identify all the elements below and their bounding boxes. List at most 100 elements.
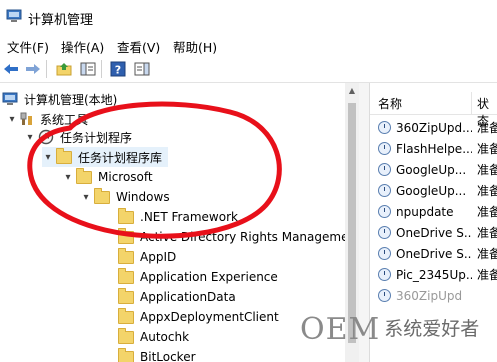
toolbar-separator — [101, 60, 102, 78]
tree-node-child[interactable]: Autochk — [118, 327, 189, 347]
chevron-down-icon[interactable]: ▾ — [6, 113, 18, 125]
computer-icon — [2, 92, 18, 105]
tree-label: BitLocker — [140, 350, 196, 362]
menu-view[interactable]: 查看(V) — [117, 37, 160, 56]
folder-icon — [118, 227, 134, 244]
navigation-tree: 计算机管理(本地) ▾ 系统工具 ▾ 任务计划程序 ▾ 任务计划程序库 ▾ Mi… — [0, 83, 345, 362]
tree-label: 计算机管理(本地) — [24, 92, 118, 107]
help-icon[interactable]: ? — [109, 60, 127, 78]
menu-bar: 文件(F) 操作(A) 查看(V) 帮助(H) — [0, 34, 497, 56]
tree-node-windows[interactable]: ▾ Windows — [80, 187, 170, 207]
tree-label: 任务计划程序 — [60, 130, 133, 145]
clock-icon — [38, 129, 54, 145]
task-list: 名称 状态 360ZipUpd... 准备 FlashHelpe... 准备 G… — [370, 83, 497, 362]
computer-management-icon — [6, 9, 22, 22]
tree-node-child[interactable]: AppxDeploymentClient — [118, 307, 279, 327]
task-status: 准备 — [477, 163, 497, 177]
tree-label: AppID — [140, 250, 177, 264]
task-name: FlashHelpe... — [396, 141, 472, 156]
table-row[interactable]: 360ZipUpd... 准备 — [370, 117, 497, 138]
task-clock-icon — [378, 205, 391, 218]
column-divider[interactable] — [471, 92, 472, 114]
folder-icon — [94, 187, 110, 204]
task-name: Pic_2345Up... — [396, 267, 472, 282]
pane-splitter[interactable] — [359, 83, 370, 362]
tree-label: Autochk — [140, 330, 190, 344]
tree-node-child[interactable]: AppID — [118, 247, 176, 267]
task-status: 准备 — [477, 121, 497, 135]
tree-label: 任务计划程序库 — [78, 150, 163, 165]
table-row[interactable]: npupdate 准备 — [370, 201, 497, 222]
table-row[interactable]: FlashHelpe... 准备 — [370, 138, 497, 159]
task-name: npupdate — [396, 204, 454, 219]
list-header: 名称 状态 — [370, 92, 497, 128]
task-clock-icon — [378, 163, 391, 176]
table-row[interactable]: GoogleUp... 准备 — [370, 180, 497, 201]
chevron-down-icon[interactable]: ▾ — [24, 131, 36, 143]
menu-help[interactable]: 帮助(H) — [173, 37, 217, 56]
folder-icon — [118, 347, 134, 362]
tree-node-child[interactable]: Application Experience — [118, 267, 278, 287]
tree-node-child[interactable]: BitLocker — [118, 347, 196, 362]
task-clock-icon — [378, 247, 391, 260]
show-hide-tree-icon[interactable] — [79, 60, 97, 78]
tree-node-system-tools[interactable]: ▾ 系统工具 — [6, 109, 88, 129]
tree-label: 系统工具 — [40, 112, 89, 127]
task-clock-icon — [378, 226, 391, 239]
table-row[interactable]: GoogleUp... 准备 — [370, 159, 497, 180]
tree-node-microsoft[interactable]: ▾ Microsoft — [62, 167, 153, 187]
svg-text:?: ? — [115, 64, 121, 77]
folder-icon — [118, 267, 134, 284]
action-pane-icon[interactable] — [133, 60, 151, 78]
scrollbar-thumb[interactable] — [348, 103, 356, 343]
up-folder-icon[interactable] — [55, 60, 73, 78]
back-arrow-icon[interactable] — [2, 60, 20, 78]
chevron-down-icon[interactable]: ▾ — [62, 171, 74, 183]
folder-icon — [118, 247, 134, 264]
tree-node-child[interactable]: Active Directory Rights Management — [118, 227, 345, 247]
task-name: GoogleUp... — [396, 183, 467, 198]
tree-scrollbar[interactable]: ▲ — [345, 83, 359, 362]
tree-node-child[interactable]: ApplicationData — [118, 287, 236, 307]
tree-label: AppxDeploymentClient — [140, 310, 279, 324]
task-clock-icon — [378, 121, 391, 134]
table-row[interactable]: OneDrive S... 准备 — [370, 243, 497, 264]
task-status: 准备 — [477, 226, 497, 240]
task-name: OneDrive S... — [396, 225, 472, 240]
folder-icon — [76, 167, 92, 184]
tree-label: Active Directory Rights Management — [140, 230, 345, 244]
menu-action[interactable]: 操作(A) — [61, 37, 104, 56]
title-bar: 计算机管理 — [0, 0, 497, 34]
task-name: 360ZipUpd... — [396, 120, 472, 135]
task-clock-icon — [378, 268, 391, 281]
tree-label: .NET Framework — [140, 210, 238, 224]
menu-file[interactable]: 文件(F) — [7, 37, 49, 56]
forward-arrow-icon[interactable] — [24, 60, 42, 78]
task-name: GoogleUp... — [396, 162, 467, 177]
toolbar-separator — [46, 60, 47, 78]
task-status: 准备 — [477, 268, 497, 282]
task-status: 准备 — [477, 247, 497, 261]
tree-node-task-scheduler-library[interactable]: ▾ 任务计划程序库 — [42, 147, 169, 167]
table-row[interactable]: 360ZipUpd — [370, 285, 497, 306]
window-title: 计算机管理 — [28, 13, 94, 28]
tree-label: Application Experience — [140, 270, 278, 284]
task-clock-icon — [378, 184, 391, 197]
toolbar: ? — [0, 56, 497, 83]
chevron-down-icon[interactable]: ▾ — [42, 151, 54, 163]
tree-node-computer-management[interactable]: 计算机管理(本地) — [2, 89, 117, 109]
column-header-name[interactable]: 名称 — [378, 95, 402, 112]
tree-node-task-scheduler[interactable]: ▾ 任务计划程序 — [24, 127, 132, 147]
tree-node-child[interactable]: .NET Framework — [118, 207, 238, 227]
task-clock-icon — [378, 289, 391, 302]
scroll-up-icon[interactable]: ▲ — [345, 86, 359, 95]
folder-icon — [118, 307, 134, 324]
table-row[interactable]: OneDrive S... 准备 — [370, 222, 497, 243]
folder-icon — [118, 207, 134, 224]
table-row[interactable]: Pic_2345Up... 准备 — [370, 264, 497, 285]
chevron-down-icon[interactable]: ▾ — [80, 191, 92, 203]
task-status: 准备 — [477, 184, 497, 198]
folder-icon — [118, 327, 134, 344]
tree-label: Windows — [116, 190, 170, 204]
task-name: OneDrive S... — [396, 246, 472, 261]
